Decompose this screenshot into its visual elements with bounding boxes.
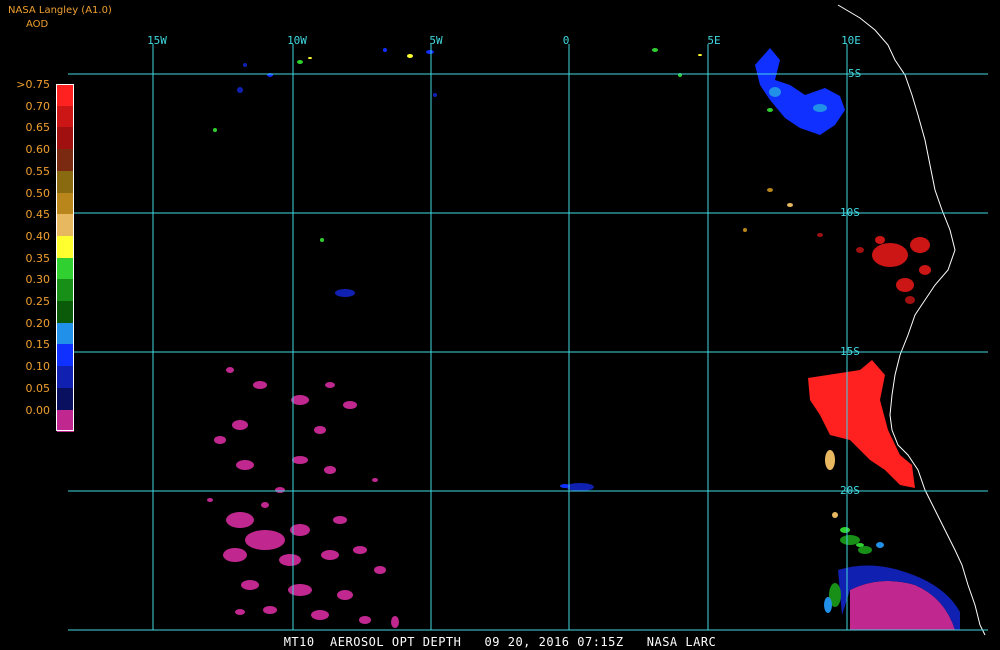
footer-caption: MT10 AEROSOL OPT DEPTH 09 20, 2016 07:15… bbox=[283, 635, 717, 649]
legend-label: 0.30 bbox=[25, 273, 51, 287]
legend-swatch bbox=[57, 127, 74, 150]
legend-swatch bbox=[57, 301, 74, 324]
aod-color-legend: >0.75 0.70 0.65 0.60 0.55 0.50 0.45 0.40 0.35 0.3… bbox=[0, 78, 80, 440]
legend-swatch bbox=[57, 409, 74, 432]
lon-label-0: 0 bbox=[563, 34, 570, 47]
legend-label: 0.05 bbox=[25, 381, 51, 395]
legend-label: 0.25 bbox=[25, 295, 51, 308]
source-title: NASA Langley (A1.0) bbox=[8, 5, 112, 16]
legend-label: 0.10 bbox=[25, 360, 51, 374]
lon-label-10e: 10E bbox=[841, 34, 861, 47]
legend-swatch bbox=[57, 235, 74, 259]
lat-label-20s: 20S bbox=[840, 484, 860, 497]
aod-map: 15W 10W 5W 0 5E 10E 5S 10S 15S 20S bbox=[0, 0, 1000, 650]
legend-swatch bbox=[57, 366, 74, 389]
legend-swatch bbox=[57, 344, 74, 367]
lat-label-5s: 5S bbox=[848, 67, 861, 80]
legend-label: 0.65 bbox=[25, 121, 51, 135]
lon-label-15w: 15W bbox=[147, 34, 167, 47]
legend-swatch bbox=[57, 257, 74, 280]
product-label: AOD bbox=[26, 19, 49, 30]
legend-swatch bbox=[57, 149, 74, 172]
lat-label-10s: 10S bbox=[840, 206, 860, 219]
legend-swatch bbox=[57, 105, 74, 128]
legend-label: 0.50 bbox=[25, 186, 51, 200]
legend-label: 0.70 bbox=[25, 99, 51, 113]
lon-label-5w: 5W bbox=[429, 34, 443, 47]
legend-swatch bbox=[57, 322, 74, 345]
legend-label: 0.40 bbox=[25, 229, 51, 243]
legend-label: 0.45 bbox=[25, 208, 51, 222]
legend-label: 0.35 bbox=[25, 251, 51, 265]
lat-label-15s: 15S bbox=[840, 345, 860, 358]
legend-label: 0.55 bbox=[25, 164, 51, 178]
legend-label: 0.20 bbox=[25, 316, 51, 330]
lon-label-10w: 10W bbox=[287, 34, 307, 47]
legend-label: 0.15 bbox=[25, 338, 51, 352]
legend-label: 0.60 bbox=[25, 143, 51, 157]
legend-swatch bbox=[57, 387, 74, 410]
legend-label: >0.75 bbox=[16, 78, 50, 91]
legend-swatch bbox=[57, 279, 74, 302]
legend-swatch bbox=[57, 84, 74, 107]
legend-swatch bbox=[57, 192, 74, 215]
lon-label-5e: 5E bbox=[707, 34, 720, 47]
legend-swatch bbox=[57, 170, 74, 193]
legend-label: 0.00 bbox=[25, 403, 51, 417]
legend-swatch bbox=[57, 214, 74, 237]
